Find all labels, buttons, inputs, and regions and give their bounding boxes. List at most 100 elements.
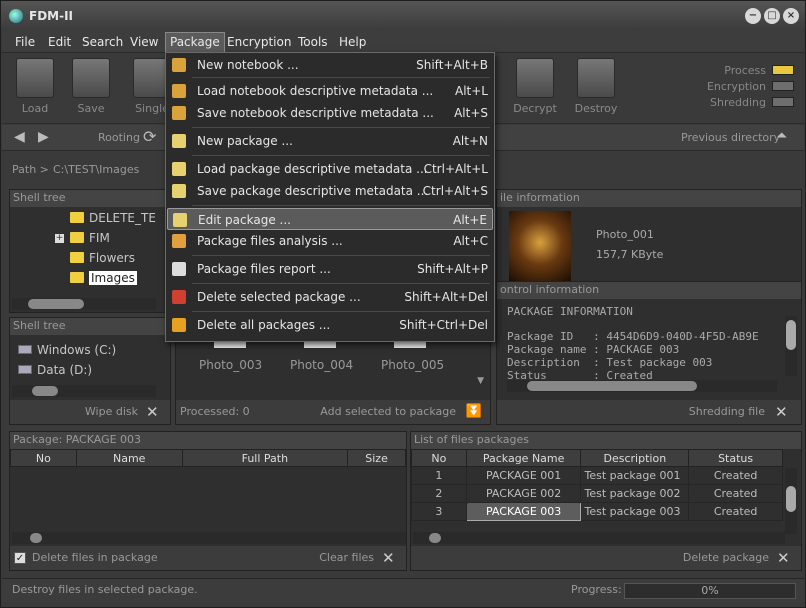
menu-package[interactable]: Package (165, 32, 225, 53)
row-name: PACKAGE 003 (465, 502, 582, 521)
destroy-button[interactable]: Destroy (570, 58, 622, 122)
menu-item-save-package-metadata[interactable]: Save package descriptive metadata ... Ctr… (167, 180, 493, 202)
progress-bar: 0% (624, 583, 796, 599)
table-row-selected[interactable]: 3 PACKAGE 003 Test package 003 Created (411, 502, 783, 521)
column-header[interactable]: Package Name (465, 449, 582, 467)
table-row[interactable]: 1 PACKAGE 001 Test package 001 Created (411, 466, 783, 485)
column-header[interactable]: No (10, 449, 77, 467)
thumbnail-label: Photo_004 (290, 358, 354, 372)
package-panel-title: Package: PACKAGE 003 (10, 432, 406, 449)
menu-item-label: Edit package ... (198, 213, 291, 227)
menu-item-delete-selected-package[interactable]: Delete selected package ... Shift+Alt+Del (167, 286, 493, 308)
menu-item-shortcut: Shift+Alt+Del (404, 290, 488, 304)
delete-package-label: Delete package (682, 551, 769, 564)
thumbnail-label: Photo_005 (381, 358, 445, 372)
menu-item-label: Save package descriptive metadata ... (197, 184, 429, 198)
decrypt-button[interactable]: Decrypt (509, 58, 561, 122)
folder-icon (70, 272, 84, 283)
expand-icon[interactable]: + (55, 234, 64, 243)
menu-separator (192, 283, 490, 284)
horizontal-scrollbar[interactable] (12, 385, 156, 397)
close-button[interactable]: × (783, 8, 799, 24)
tree-item-label: FIM (89, 231, 110, 245)
menu-item-package-files-report[interactable]: Package files report ... Shift+Alt+P (167, 258, 493, 280)
save-button[interactable]: Save (65, 58, 117, 122)
menu-search[interactable]: Search (78, 34, 127, 51)
menu-encryption[interactable]: Encryption (223, 34, 295, 51)
column-header[interactable]: Full Path (181, 449, 349, 467)
menu-item-save-notebook-metadata[interactable]: Save notebook descriptive metadata ... Al… (167, 102, 493, 124)
tree-item-selected[interactable]: Images (70, 269, 137, 287)
menu-item-label: Load notebook descriptive metadata ... (197, 84, 434, 98)
horizontal-scrollbar[interactable] (507, 380, 777, 392)
menu-item-package-files-analysis[interactable]: Package files analysis ... Alt+C (167, 230, 493, 252)
tree-item[interactable]: DELETE_TE (70, 209, 156, 227)
column-header[interactable]: Description (580, 449, 690, 467)
load-button[interactable]: Load (9, 58, 61, 122)
menu-item-label: Package files analysis ... (197, 234, 343, 248)
back-arrow-icon[interactable]: ◀ (14, 129, 25, 145)
drive-item[interactable]: Windows (C:) (18, 341, 116, 359)
menu-edit[interactable]: Edit (44, 34, 75, 51)
wipe-disk-icon[interactable]: ✕ (146, 405, 160, 420)
menu-item-shortcut: Alt+E (453, 213, 487, 227)
menu-item-delete-all-packages[interactable]: Delete all packages ... Shift+Ctrl+Del (167, 314, 493, 336)
horizontal-scrollbar[interactable] (12, 532, 406, 544)
add-selected-icon[interactable]: ⏬ (466, 400, 482, 424)
key-icon (516, 58, 554, 98)
menu-separator (192, 155, 490, 156)
path-value[interactable]: C:\TEST\Images (53, 163, 139, 176)
menu-item-label: Delete all packages ... (197, 318, 331, 332)
maximize-button[interactable]: □ (764, 8, 780, 24)
thumbnail-label: Photo_003 (199, 358, 263, 372)
menu-file[interactable]: File (11, 34, 39, 51)
shredding-file-icon[interactable]: ✕ (775, 405, 789, 420)
column-header[interactable]: No (411, 449, 467, 467)
menu-tools[interactable]: Tools (294, 34, 332, 51)
delete-files-checkbox[interactable]: ✓ (14, 552, 26, 564)
vertical-scrollbar[interactable] (785, 468, 797, 534)
previous-directory-icon[interactable]: ⏶ (776, 128, 787, 144)
drive-item[interactable]: Data (D:) (18, 361, 92, 379)
menu-view[interactable]: View (126, 34, 162, 51)
process-indicator: Process (674, 64, 794, 77)
menu-item-load-package-metadata[interactable]: Load package descriptive metadata ... Ctr… (167, 158, 493, 180)
tree-item-label: Images (89, 271, 137, 285)
delete-package-icon[interactable]: ✕ (777, 551, 791, 566)
package-files-table: No Name Full Path Size (10, 449, 406, 467)
menu-item-shortcut: Alt+S (454, 106, 488, 120)
column-header[interactable]: Status (688, 449, 783, 467)
analysis-icon (172, 234, 186, 248)
rooting-label: Rooting (98, 131, 140, 144)
wipe-disk-label: Wipe disk (84, 405, 138, 418)
menu-help[interactable]: Help (335, 34, 370, 51)
package-menu: New notebook ... Shift+Alt+B Load noteboo… (165, 52, 495, 342)
tree-item[interactable]: FIM (70, 229, 110, 247)
shredding-lamp (772, 97, 794, 107)
horizontal-scrollbar[interactable] (12, 298, 156, 310)
column-header[interactable]: Size (347, 449, 406, 467)
rooting-refresh-icon[interactable]: ⟳ (143, 127, 156, 146)
column-header[interactable]: Name (75, 449, 183, 467)
path-label: Path > (12, 163, 49, 176)
minimize-button[interactable]: − (745, 8, 761, 24)
menu-item-new-notebook[interactable]: New notebook ... Shift+Alt+B (167, 54, 493, 76)
forward-arrow-icon[interactable]: ▶ (38, 129, 49, 145)
vertical-scrollbar[interactable] (785, 316, 797, 376)
horizontal-scrollbar[interactable] (413, 532, 785, 544)
destroy-icon (577, 58, 615, 98)
thumbnail-panel: Photo_003 Photo_004 Photo_005 ▼ Processe… (175, 331, 491, 425)
clear-files-icon[interactable]: ✕ (382, 551, 396, 566)
menu-item-edit-package[interactable]: Edit package ... Alt+E (167, 208, 493, 230)
info-row: Package name : PACKAGE 003 (507, 343, 680, 356)
main-window: FDM-II − □ × File Edit Search View Packa… (0, 0, 806, 608)
row-desc: Test package 003 (580, 502, 690, 521)
tree-item[interactable]: Flowers (70, 249, 135, 267)
folder-icon (70, 232, 84, 243)
scroll-down-icon[interactable]: ▼ (477, 376, 484, 386)
menu-item-load-notebook-metadata[interactable]: Load notebook descriptive metadata ... Al… (167, 80, 493, 102)
menu-item-shortcut: Alt+L (455, 84, 488, 98)
menu-item-new-package[interactable]: New package ... Alt+N (167, 130, 493, 152)
decrypt-label: Decrypt (513, 102, 557, 115)
table-row[interactable]: 2 PACKAGE 002 Test package 002 Created (411, 484, 783, 503)
